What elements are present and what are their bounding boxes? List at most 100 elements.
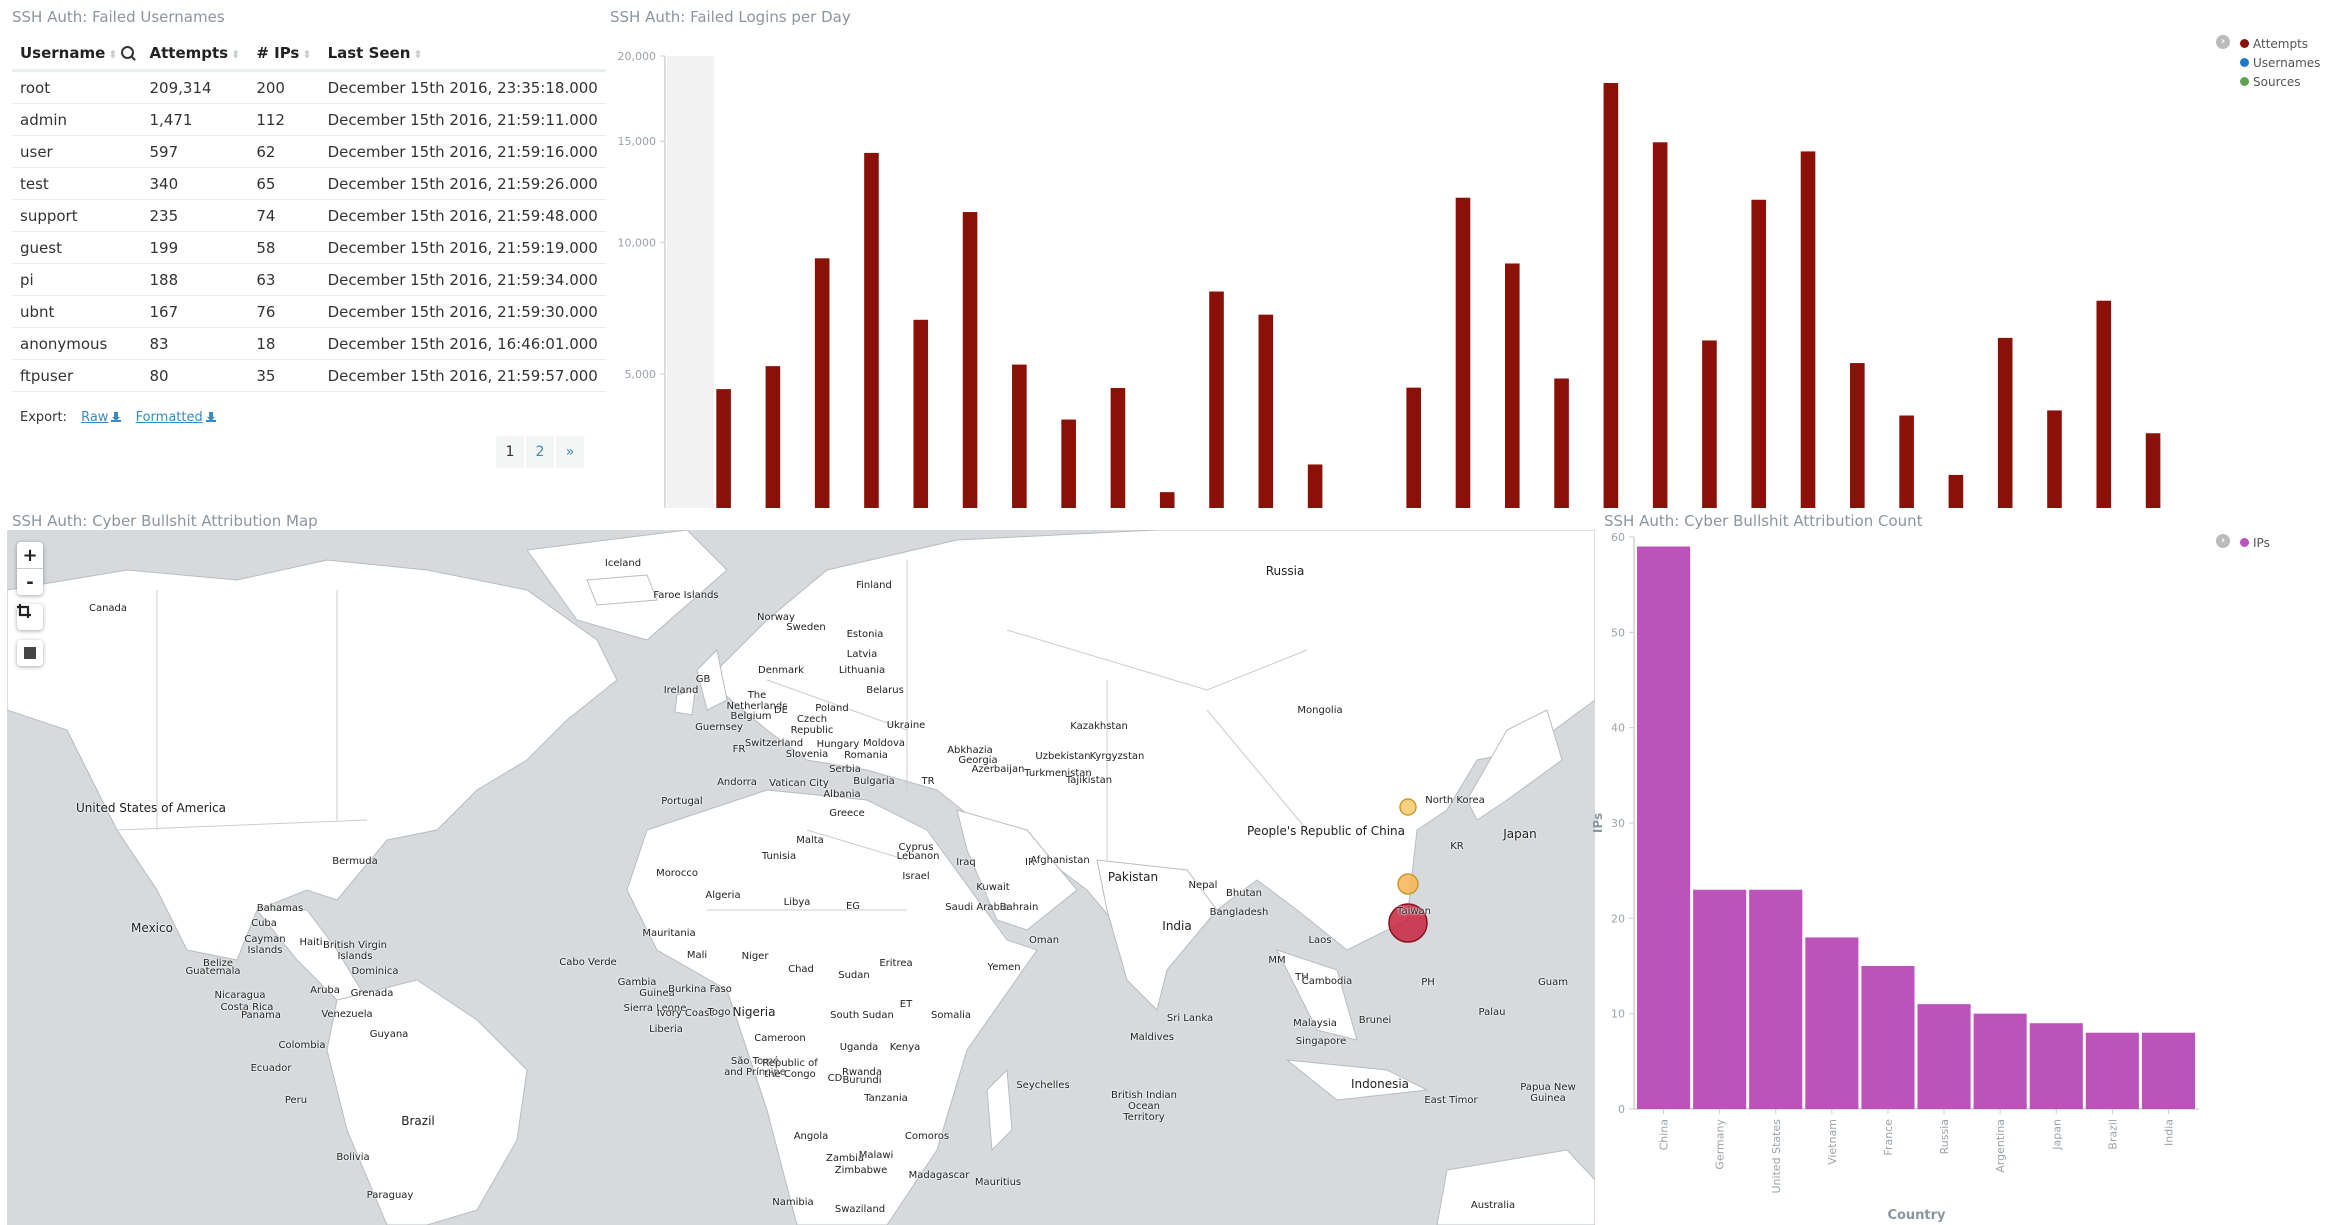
map-country-label: Malaysia — [1293, 1018, 1337, 1029]
bar-attempts[interactable] — [1159, 492, 1175, 508]
bar-attempts[interactable] — [1800, 151, 1816, 508]
bar-ips[interactable] — [1973, 1013, 2027, 1109]
legend-toggle-icon[interactable]: › — [2216, 534, 2230, 548]
search-icon[interactable] — [120, 46, 134, 59]
bar-attempts[interactable] — [1455, 197, 1471, 508]
map-country-label: Tunisia — [761, 851, 797, 862]
bar-attempts[interactable] — [1258, 314, 1274, 508]
sort-icon[interactable]: ⬍ — [413, 48, 422, 61]
cell-username[interactable]: test — [12, 167, 142, 200]
map-country-label: People's Republic of China — [1247, 824, 1405, 838]
column-header-attempts[interactable]: Attempts ⬍ — [141, 38, 249, 72]
zoom-in-button[interactable]: + — [17, 542, 43, 568]
legend-item-sources[interactable]: Sources — [2240, 72, 2320, 91]
bar-attempts[interactable] — [1307, 464, 1323, 508]
bar-attempts[interactable] — [2145, 433, 2161, 508]
bar-attempts[interactable] — [1751, 199, 1767, 508]
export-raw-link[interactable]: Raw — [81, 410, 122, 425]
bar-ips[interactable] — [2029, 1023, 2083, 1109]
map-country-label: Albania — [823, 789, 861, 800]
bar-group — [1209, 291, 1224, 508]
bar-attempts[interactable] — [1652, 142, 1668, 508]
bar-attempts[interactable] — [1209, 291, 1224, 508]
bar-attempts[interactable] — [1850, 363, 1865, 508]
bar-attempts[interactable] — [814, 258, 830, 508]
attribution-map[interactable]: Canada United States of America Mexico Berm… — [7, 530, 1595, 1225]
cell-username[interactable]: pi — [12, 263, 142, 296]
export-formatted-link[interactable]: Formatted — [136, 410, 216, 425]
cell-last-seen: December 15th 2016, 23:35:18.000 — [319, 70, 606, 104]
bar-ips[interactable] — [1861, 966, 1915, 1109]
map-country-label: Mexico — [131, 921, 173, 935]
map-country-label: Bahamas — [256, 903, 304, 914]
bar-attempts[interactable] — [1504, 263, 1520, 508]
map-country-label: Sudan — [838, 970, 870, 981]
legend-item-ips[interactable]: IPs — [2240, 533, 2270, 552]
legend-toggle-icon[interactable]: › — [2216, 35, 2230, 49]
bar-attempts[interactable] — [962, 212, 978, 508]
sort-icon[interactable]: ⬍ — [231, 48, 240, 61]
map-country-label: Burkina Faso — [668, 984, 732, 995]
legend-item-usernames[interactable]: Usernames — [2240, 53, 2320, 72]
bar-ips[interactable] — [1637, 546, 1691, 1109]
y-tick-label: 20 — [1611, 912, 1625, 925]
map-country-label: Bulgaria — [853, 776, 895, 787]
cell-username[interactable]: root — [12, 70, 142, 104]
sort-icon[interactable]: ⬍ — [302, 48, 311, 61]
bar-ips[interactable] — [2085, 1032, 2139, 1109]
bar-ips[interactable] — [1693, 889, 1747, 1109]
bar-attempts[interactable] — [2096, 300, 2112, 508]
bar-attempts[interactable] — [1012, 364, 1027, 508]
bar-ips[interactable] — [1805, 937, 1859, 1109]
column-header-last-seen[interactable]: Last Seen ⬍ — [319, 38, 606, 72]
cell-username[interactable]: ftpuser — [12, 359, 142, 392]
zoom-out-button[interactable]: - — [17, 568, 43, 595]
table-header-row: Username ⬍ Attempts ⬍ # IPs ⬍ Last Seen ⬍ — [12, 38, 606, 72]
x-tick-label: Brazil — [2106, 1119, 2119, 1150]
land-layer — [7, 530, 1595, 1225]
bar-attempts[interactable] — [1406, 387, 1421, 508]
attribution-marker[interactable] — [1399, 798, 1417, 816]
bar-ips[interactable] — [1917, 1004, 1971, 1109]
page-1-button[interactable]: 1 — [496, 436, 524, 468]
column-header-username[interactable]: Username ⬍ — [12, 38, 142, 72]
bar-attempts[interactable] — [1061, 419, 1076, 508]
bar-attempts[interactable] — [765, 366, 781, 508]
cell-username[interactable]: support — [12, 199, 142, 232]
bar-attempts[interactable] — [1554, 378, 1569, 508]
bar-attempts[interactable] — [1603, 82, 1619, 508]
bar-attempts[interactable] — [1997, 337, 2013, 508]
legend-item-attempts[interactable]: Attempts — [2240, 34, 2320, 53]
bar-attempts[interactable] — [2047, 410, 2062, 508]
attribution-marker[interactable] — [1397, 873, 1419, 895]
cell-username[interactable]: admin — [12, 103, 142, 136]
daily-chart-legend: › Attempts Usernames Sources — [2216, 34, 2320, 91]
legend-dot-icon — [2240, 538, 2249, 547]
page-2-button[interactable]: 2 — [526, 436, 554, 468]
y-tick-label: 60 — [1611, 531, 1625, 544]
cell-username[interactable]: guest — [12, 231, 142, 264]
bar-attempts[interactable] — [1899, 415, 1914, 508]
bar-attempts[interactable] — [716, 389, 731, 508]
bar-ips[interactable] — [1749, 889, 1803, 1109]
bar-attempts[interactable] — [1110, 387, 1126, 508]
bar-ips[interactable] — [2141, 1032, 2195, 1109]
map-country-label: Mali — [686, 950, 708, 961]
bar-attempts[interactable] — [864, 152, 879, 508]
cell-username[interactable]: ubnt — [12, 295, 142, 328]
cell-attempts: 340 — [141, 167, 249, 200]
bar-attempts[interactable] — [1948, 474, 1964, 508]
bar-group — [1652, 142, 1668, 508]
next-page-button[interactable]: » — [556, 436, 584, 468]
column-header-ips[interactable]: # IPs ⬍ — [248, 38, 320, 72]
cell-username[interactable]: anonymous — [12, 327, 142, 360]
bar-attempts[interactable] — [1702, 340, 1717, 508]
draw-rectangle-button[interactable] — [17, 640, 43, 666]
sort-icon[interactable]: ⬍ — [108, 48, 117, 61]
fit-bounds-button[interactable] — [17, 604, 43, 630]
cell-last-seen: December 15th 2016, 21:59:30.000 — [319, 295, 606, 328]
bar-attempts[interactable] — [913, 319, 929, 508]
cell-username[interactable]: user — [12, 135, 142, 168]
cell-ips: 76 — [248, 295, 320, 328]
map-country-label: Colombia — [278, 1040, 326, 1051]
